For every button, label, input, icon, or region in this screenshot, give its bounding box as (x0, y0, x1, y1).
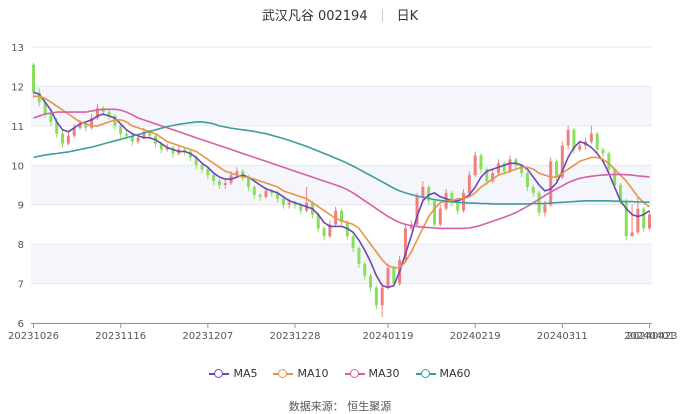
candle-body (217, 181, 221, 185)
candle-body (119, 125, 123, 134)
legend-item-ma10[interactable]: MA10 (273, 367, 329, 380)
legend-label: MA60 (439, 367, 471, 380)
candle-body (555, 161, 559, 178)
candle-body (380, 287, 384, 306)
data-source: 数据来源： 恒生聚源 (288, 400, 392, 413)
grid-band (31, 165, 652, 205)
y-tick-label: 10 (11, 161, 24, 172)
y-tick-label: 11 (11, 122, 24, 133)
candle-body (438, 208, 442, 225)
candle-body (32, 64, 35, 93)
candle-body (648, 214, 651, 229)
x-tick-label: 20240119 (363, 331, 414, 342)
candle-body (607, 153, 611, 170)
candle-body (636, 208, 640, 233)
candle-body (432, 200, 436, 225)
candle-body (543, 204, 547, 213)
candle-body (601, 149, 605, 154)
candle-body (369, 275, 373, 288)
x-tick-label: 20231228 (270, 331, 321, 342)
candle-body (630, 232, 634, 237)
candle-body (589, 133, 593, 142)
candle-body (223, 183, 227, 185)
candle-body (479, 155, 483, 170)
candle-body (136, 137, 140, 142)
legend-item-ma30[interactable]: MA30 (344, 367, 400, 380)
candlestick-chart: 6 7 8 9 10 11 12 13 20231026 20231116 20231207 2023… (8, 43, 678, 342)
x-tick-label: 20231026 (8, 331, 59, 342)
candle-body (595, 133, 599, 150)
legend-item-ma5[interactable]: MA5 (209, 367, 257, 380)
candle-body (566, 129, 570, 146)
candle-body (258, 194, 262, 197)
y-tick-label: 8 (18, 240, 24, 251)
candle-body (252, 186, 256, 195)
candle-body (212, 175, 216, 182)
candle-body (531, 186, 535, 193)
candle-body (287, 202, 291, 205)
legend-label: MA30 (368, 367, 400, 380)
x-tick-label: 20231207 (182, 331, 233, 342)
legend: MA5 MA10 MA30 MA60 (0, 367, 680, 380)
candle-body (61, 133, 65, 144)
y-tick-label: 13 (11, 43, 24, 54)
candle-body (66, 135, 70, 144)
x-tick-label: 20240311 (537, 331, 588, 342)
candle-body (456, 202, 460, 211)
candle-body (525, 173, 529, 187)
candle-body (467, 175, 471, 193)
y-tick-label: 9 (18, 201, 24, 212)
legend-item-ma60[interactable]: MA60 (415, 367, 471, 380)
candle-body (281, 198, 285, 205)
legend-label: MA5 (233, 367, 258, 380)
candle-body (124, 133, 128, 136)
candle-body (462, 192, 466, 211)
legend-line-icon (209, 368, 230, 379)
candle-body (473, 155, 477, 176)
grid-band (31, 244, 652, 284)
candle-body (642, 208, 646, 229)
x-tick-label: 20240219 (450, 331, 501, 342)
legend-label: MA10 (297, 367, 329, 380)
candle-body (578, 145, 582, 150)
y-tick-label: 7 (18, 280, 24, 291)
candle-body (264, 190, 268, 197)
candle-body (206, 169, 210, 176)
candle-body (200, 165, 204, 170)
legend-line-icon (344, 368, 365, 379)
candle-body (386, 267, 390, 288)
x-tick-label: 20240423 (627, 331, 678, 342)
candle-body (49, 114, 53, 122)
candle-body (374, 287, 378, 306)
candle-body (421, 186, 425, 197)
x-tick-label: 20231116 (95, 331, 146, 342)
y-tick-label: 6 (18, 319, 24, 330)
candle-body (322, 228, 326, 237)
candle-body (357, 248, 361, 264)
legend-line-icon (415, 368, 436, 379)
candle-body (363, 263, 367, 276)
grid-band (31, 86, 652, 126)
candle-body (549, 161, 553, 205)
legend-line-icon (273, 368, 294, 379)
candle-body (508, 159, 512, 172)
candle-body (351, 236, 355, 249)
y-tick-label: 12 (11, 82, 24, 93)
